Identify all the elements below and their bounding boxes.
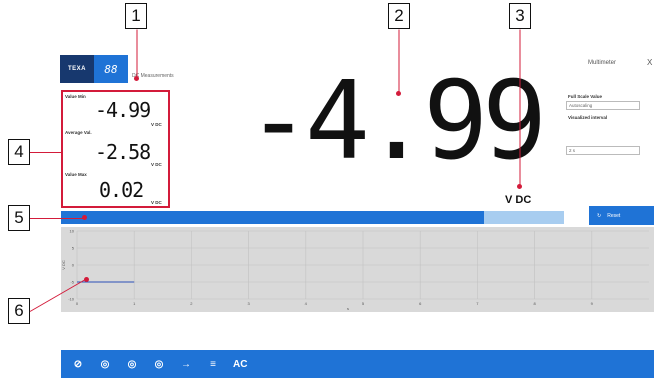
full-scale-select[interactable]: Autoscaling <box>566 101 640 110</box>
reset-label: Reset <box>607 212 621 219</box>
callout-3-line <box>519 29 521 189</box>
x-tick-label: 1 <box>133 301 136 306</box>
callout-6-dot <box>84 277 89 282</box>
level-bar-fill <box>61 211 484 224</box>
diode-icon[interactable]: → <box>179 357 193 371</box>
y-tick-label: 10 <box>70 229 75 234</box>
dc-icon[interactable]: ≡ <box>206 357 220 371</box>
callout-2-line <box>398 29 400 95</box>
interval-input[interactable]: 2 s <box>566 146 640 155</box>
app-title: Multimeter <box>588 60 617 66</box>
x-tick-label: 2 <box>190 301 193 306</box>
x-tick-label: 9 <box>591 301 594 306</box>
avg-value: -2.58 <box>95 140 151 164</box>
y-tick-label: -10 <box>68 297 75 302</box>
y-tick-label: -5 <box>70 280 74 285</box>
stats-panel: Value Min -4.99 V DC Average Val. -2.58 … <box>61 90 170 208</box>
callout-2-dot <box>396 91 401 96</box>
x-tick-label: 3 <box>247 301 250 306</box>
level-bar <box>61 211 564 224</box>
callout-1-line <box>136 29 138 78</box>
callout-5: 5 <box>8 205 30 231</box>
callout-2: 2 <box>388 3 410 29</box>
callout-6: 6 <box>8 298 30 324</box>
max-label: Value Max <box>65 172 87 177</box>
callout-5-dot <box>82 215 87 220</box>
texa-logo: TEXA <box>60 55 94 83</box>
signal-chart-svg: 0 1 2 3 4 5 6 7 8 9 10 5 0 -5 -10 V DC s <box>61 229 649 311</box>
probe-c-icon[interactable]: ◎ <box>152 357 166 371</box>
probe-b-icon[interactable]: ◎ <box>125 357 139 371</box>
main-reading: -4.99 <box>246 59 547 184</box>
full-scale-label: Full Scale Value <box>568 94 603 99</box>
callout-4: 4 <box>8 139 30 165</box>
callout-3-dot <box>517 184 522 189</box>
min-unit: V DC <box>151 122 162 127</box>
x-axis-label: s <box>347 306 349 311</box>
max-unit: V DC <box>151 200 162 205</box>
min-label: Value Min <box>65 94 86 99</box>
x-tick-label: 0 <box>76 301 79 306</box>
x-tick-label: 8 <box>533 301 536 306</box>
probe-a-icon[interactable]: ◎ <box>98 357 112 371</box>
signal-chart: 0 1 2 3 4 5 6 7 8 9 10 5 0 -5 -10 V DC s <box>61 227 654 312</box>
interval-label: Visualized interval <box>568 115 608 120</box>
callout-5-line <box>30 218 84 219</box>
callout-3: 3 <box>509 3 531 29</box>
max-value: 0.02 <box>99 178 144 202</box>
avg-unit: V DC <box>151 162 162 167</box>
clamp-icon[interactable]: ⊘ <box>71 357 85 371</box>
x-tick-label: 6 <box>419 301 422 306</box>
reset-button[interactable]: ↻ Reset <box>589 206 654 225</box>
callout-1-dot <box>134 76 139 81</box>
callout-4-line <box>30 152 61 153</box>
avg-label: Average Val. <box>65 130 92 135</box>
main-unit: V DC <box>505 194 532 206</box>
y-axis-label: V DC <box>61 260 66 270</box>
x-tick-label: 5 <box>362 301 365 306</box>
x-tick-label: 4 <box>305 301 308 306</box>
ac-button[interactable]: AC <box>233 357 247 371</box>
min-value: -4.99 <box>95 98 151 122</box>
y-tick-label: 5 <box>72 246 75 251</box>
mode-display[interactable]: 88 <box>94 55 128 83</box>
x-tick-label: 7 <box>476 301 479 306</box>
close-icon[interactable]: X <box>647 58 652 67</box>
bottom-toolbar: ⊘ ◎ ◎ ◎ → ≡ AC <box>61 350 654 378</box>
reset-icon: ↻ <box>597 212 602 219</box>
callout-1: 1 <box>125 3 147 29</box>
y-tick-label: 0 <box>72 263 75 268</box>
